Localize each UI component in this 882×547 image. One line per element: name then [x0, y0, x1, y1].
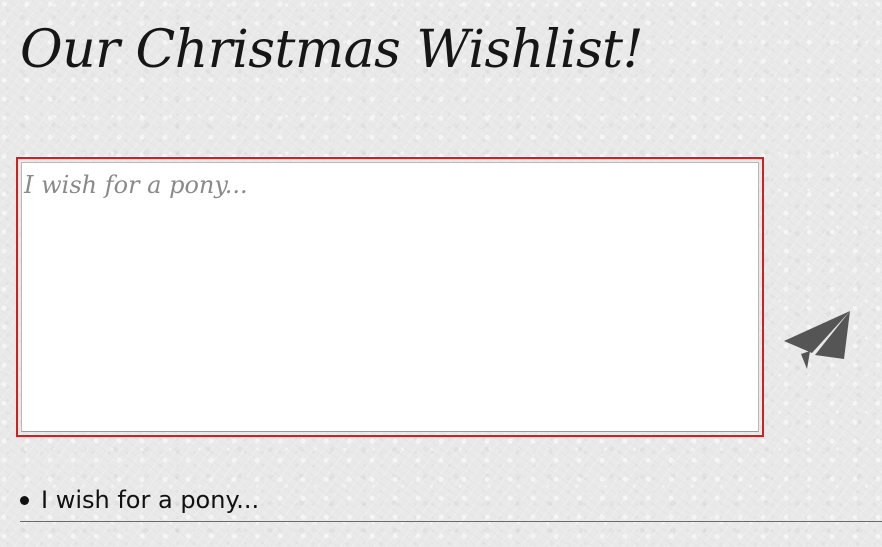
bullet-icon — [20, 496, 29, 505]
list-item: I wish for a pony... — [20, 478, 882, 522]
list-item-text: I wish for a pony... — [41, 486, 260, 514]
wish-textarea-box — [21, 162, 759, 432]
page-title: Our Christmas Wishlist! — [20, 20, 643, 80]
wishlist: I wish for a pony... — [20, 478, 882, 522]
send-button[interactable] — [782, 303, 854, 375]
wish-textarea-frame — [16, 157, 764, 437]
paper-plane-icon — [784, 311, 850, 369]
wish-input[interactable] — [22, 163, 758, 431]
wish-form — [16, 157, 870, 437]
